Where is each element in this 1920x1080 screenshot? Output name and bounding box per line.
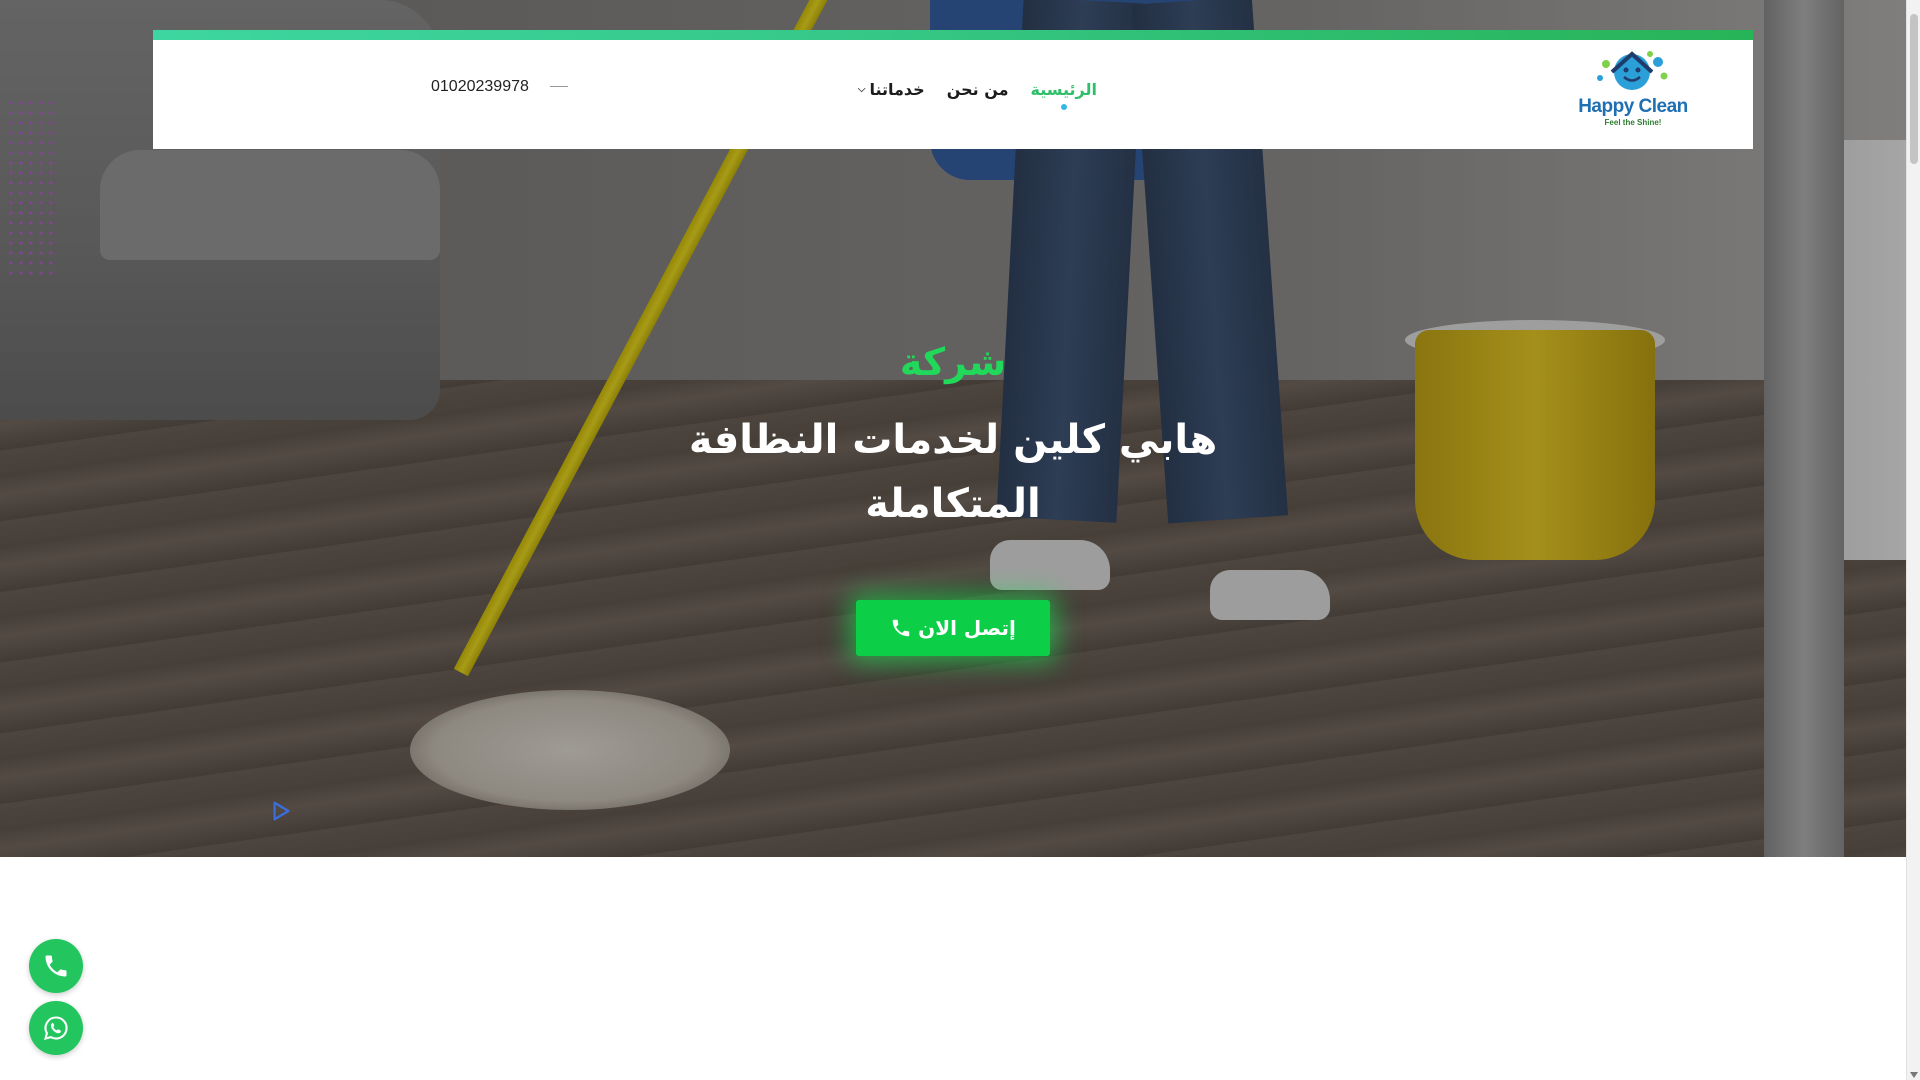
- call-now-button[interactable]: إتصل الان: [856, 600, 1050, 656]
- nav-item-services[interactable]: خدماتنا ⌵: [858, 80, 925, 99]
- scrollbar-thumb[interactable]: [1910, 14, 1918, 164]
- hero-title: هابي كلين لخدمات النظافة المتكاملة: [688, 417, 1218, 527]
- whatsapp-icon: [44, 1016, 68, 1040]
- floating-call-button[interactable]: [29, 939, 83, 993]
- floating-whatsapp-button[interactable]: [29, 1001, 83, 1055]
- phone-icon: [892, 619, 910, 637]
- hero-kicker: شركة: [899, 340, 1007, 384]
- chevron-down-icon: ⌵: [857, 84, 866, 95]
- logo-brand-text: Happy Clean: [1578, 96, 1688, 117]
- header-phone-number[interactable]: 01020239978: [431, 78, 529, 96]
- play-icon[interactable]: [270, 800, 292, 822]
- nav-item-label: خدماتنا: [869, 80, 925, 99]
- hero-content: شركة هابي كلين لخدمات النظافة المتكاملة: [0, 340, 1906, 536]
- scroll-down-arrow-icon[interactable]: [1910, 1072, 1918, 1078]
- phone-icon: [45, 955, 67, 977]
- main-nav: الرئيسية من نحن خدماتنا ⌵: [858, 80, 1097, 99]
- site-header: Happy Clean Feel the Shine! الرئيسية من …: [153, 30, 1753, 149]
- nav-item-home[interactable]: الرئيسية: [1031, 80, 1098, 99]
- nav-item-about[interactable]: من نحن: [947, 80, 1009, 99]
- header-accent-bar: [153, 30, 1753, 40]
- nav-item-label: الرئيسية: [1030, 80, 1098, 99]
- decorative-dots: [6, 98, 54, 278]
- logo-tagline-text: Feel the Shine!: [1604, 118, 1662, 127]
- nav-item-label: من نحن: [946, 80, 1009, 99]
- page-scrollbar[interactable]: [1906, 0, 1920, 1080]
- header-divider: [550, 86, 568, 87]
- call-now-label: إتصل الان: [918, 616, 1016, 640]
